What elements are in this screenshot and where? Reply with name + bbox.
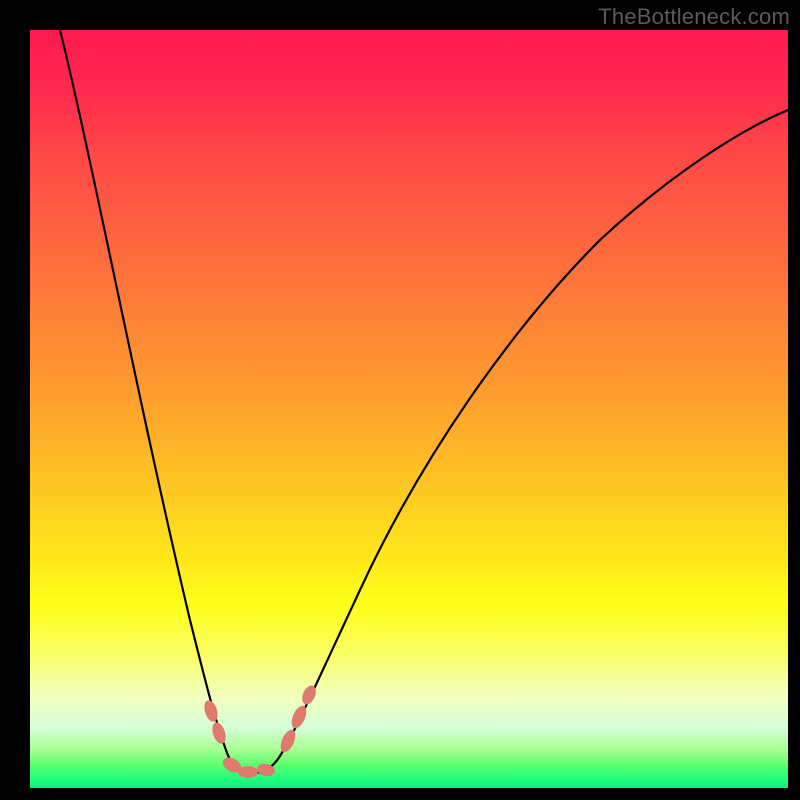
watermark-text: TheBottleneck.com [598, 4, 790, 30]
lobe-left-upper [202, 699, 220, 724]
plot-area [30, 30, 788, 788]
lobe-group [202, 683, 319, 778]
lobe-bottom-2 [238, 766, 258, 778]
curve-layer [30, 30, 788, 788]
bottleneck-curve [60, 30, 788, 773]
lobe-right-1 [278, 728, 299, 755]
chart-frame: TheBottleneck.com [0, 0, 800, 800]
lobe-left-lower [210, 721, 228, 746]
